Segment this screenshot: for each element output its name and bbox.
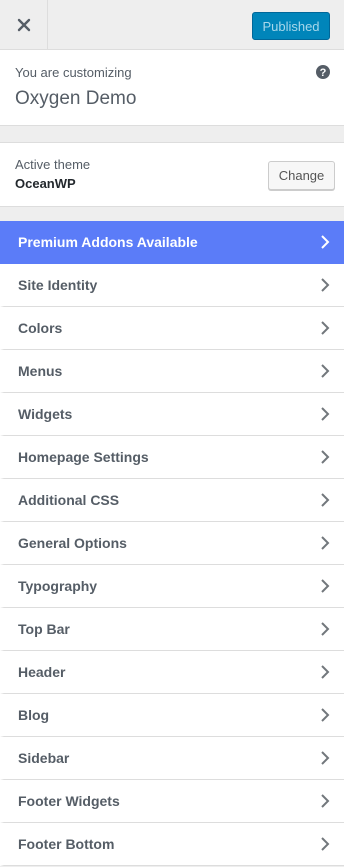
help-icon[interactable]: ? bbox=[315, 64, 331, 80]
active-theme-name: OceanWP bbox=[15, 176, 76, 191]
section-label: Colors bbox=[18, 320, 63, 336]
chevron-right-icon bbox=[321, 751, 330, 765]
section-menus[interactable]: Menus bbox=[0, 350, 344, 393]
section-label: Blog bbox=[18, 707, 50, 723]
section-divider bbox=[0, 126, 344, 142]
section-premium-addons-available[interactable]: Premium Addons Available bbox=[0, 221, 344, 264]
chevron-right-icon bbox=[321, 235, 330, 249]
active-theme-label: Active theme bbox=[15, 157, 91, 172]
section-widgets[interactable]: Widgets bbox=[0, 393, 344, 436]
section-top-bar[interactable]: Top Bar bbox=[0, 608, 344, 651]
publish-button[interactable]: Published bbox=[252, 12, 330, 40]
section-sidebar[interactable]: Sidebar bbox=[0, 737, 344, 780]
section-label: Premium Addons Available bbox=[18, 234, 198, 250]
section-label: Typography bbox=[18, 578, 98, 594]
chevron-right-icon bbox=[321, 708, 330, 722]
section-label: Widgets bbox=[18, 406, 73, 422]
chevron-right-icon bbox=[321, 579, 330, 593]
section-site-identity[interactable]: Site Identity bbox=[0, 264, 344, 307]
section-typography[interactable]: Typography bbox=[0, 565, 344, 608]
chevron-right-icon bbox=[321, 364, 330, 378]
section-label: Footer Widgets bbox=[18, 793, 120, 809]
chevron-right-icon bbox=[321, 837, 330, 851]
section-footer-bottom[interactable]: Footer Bottom bbox=[0, 823, 344, 866]
section-header[interactable]: Header bbox=[0, 651, 344, 694]
chevron-right-icon bbox=[321, 493, 330, 507]
chevron-right-icon bbox=[321, 665, 330, 679]
section-general-options[interactable]: General Options bbox=[0, 522, 344, 565]
close-button[interactable] bbox=[0, 0, 48, 49]
section-blog[interactable]: Blog bbox=[0, 694, 344, 737]
section-label: Top Bar bbox=[18, 621, 70, 637]
customizer-header: Published bbox=[0, 0, 344, 50]
site-title: Oxygen Demo bbox=[15, 88, 137, 109]
section-label: General Options bbox=[18, 535, 127, 551]
section-label: Header bbox=[18, 664, 66, 680]
chevron-right-icon bbox=[321, 794, 330, 808]
close-icon bbox=[17, 18, 30, 31]
change-theme-button[interactable]: Change bbox=[268, 161, 335, 190]
customizer-sections: Premium Addons Available Site Identity Col… bbox=[0, 221, 344, 866]
section-label: Menus bbox=[18, 363, 63, 379]
chevron-right-icon bbox=[321, 278, 330, 292]
chevron-right-icon bbox=[321, 536, 330, 550]
section-footer-widgets[interactable]: Footer Widgets bbox=[0, 780, 344, 823]
active-theme-panel: Active theme OceanWP Change bbox=[0, 142, 344, 207]
section-label: Sidebar bbox=[18, 750, 70, 766]
chevron-right-icon bbox=[321, 622, 330, 636]
svg-text:?: ? bbox=[320, 67, 327, 79]
section-label: Site Identity bbox=[18, 277, 98, 293]
chevron-right-icon bbox=[321, 407, 330, 421]
customize-info: You are customizing Oxygen Demo ? bbox=[0, 50, 344, 126]
section-label: Footer Bottom bbox=[18, 836, 115, 852]
section-colors[interactable]: Colors bbox=[0, 307, 344, 350]
section-label: Additional CSS bbox=[18, 492, 120, 508]
section-label: Homepage Settings bbox=[18, 449, 149, 465]
customizing-label: You are customizing bbox=[15, 65, 132, 80]
section-homepage-settings[interactable]: Homepage Settings bbox=[0, 436, 344, 479]
chevron-right-icon bbox=[321, 321, 330, 335]
section-additional-css[interactable]: Additional CSS bbox=[0, 479, 344, 522]
chevron-right-icon bbox=[321, 450, 330, 464]
